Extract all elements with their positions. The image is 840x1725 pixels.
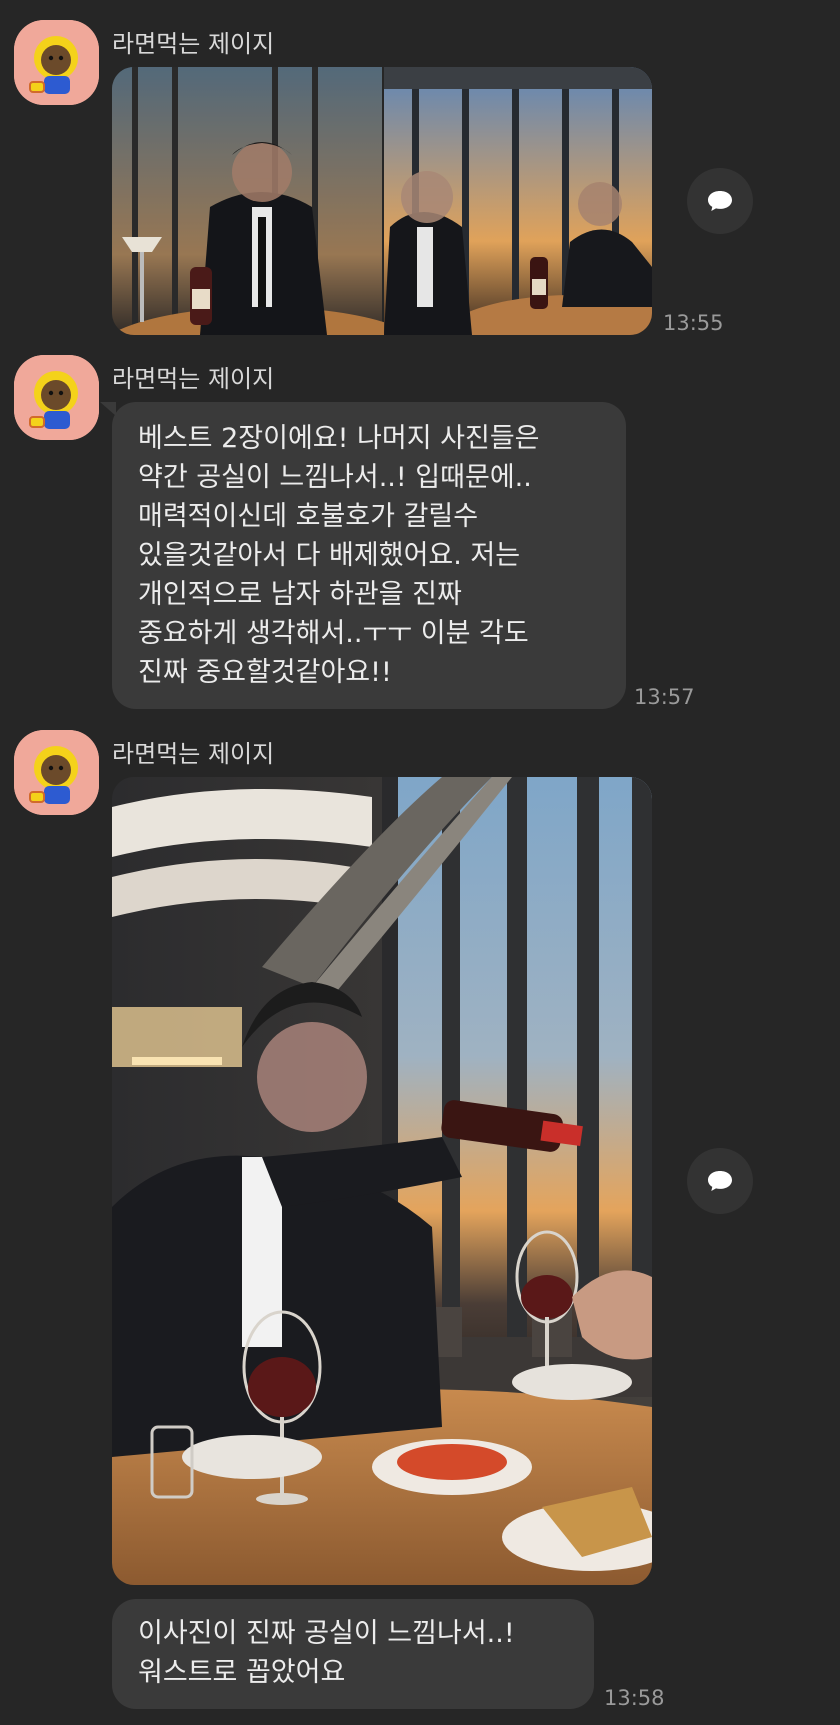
message-time: 13:57 (634, 685, 695, 709)
photo-group[interactable] (112, 67, 652, 335)
message-line: 이사진이 진짜 공실이 느낌나서..! (138, 1618, 515, 1649)
message-line: 중요하게 생각해서..ㅜㅜ 이분 각도 (138, 618, 529, 649)
sender-name: 라면먹는 제이지 (112, 365, 275, 393)
sender-avatar[interactable] (14, 730, 99, 815)
restaurant-photo-large[interactable] (112, 777, 652, 1585)
message-line: 약간 공실이 느낌나서..! 입때문에.. (138, 462, 532, 493)
speech-bubble-share-icon (708, 191, 732, 211)
message-line: 있을것같아서 다 배제했어요. 저는 (138, 540, 521, 571)
sender-name: 라면먹는 제이지 (112, 740, 275, 768)
sender-avatar[interactable] (14, 20, 99, 105)
message-line: 워스트로 꼽았어요 (138, 1657, 346, 1688)
message-bubble[interactable]: 베스트 2장이에요! 나머지 사진들은 약간 공실이 느낌나서..! 입때문에.… (112, 402, 626, 709)
share-button[interactable] (687, 168, 753, 234)
speech-bubble-share-icon (708, 1171, 732, 1191)
message-line: 진짜 중요할것같아요!! (138, 657, 392, 688)
message-time: 13:55 (663, 311, 724, 335)
message-line: 개인적으로 남자 하관을 진짜 (138, 579, 462, 610)
character-avatar-icon (14, 730, 99, 815)
sender-avatar[interactable] (14, 355, 99, 440)
message-time: 13:58 (604, 1686, 665, 1710)
restaurant-photo-left[interactable] (112, 67, 652, 335)
message-line: 베스트 2장이에요! 나머지 사진들은 (138, 423, 540, 454)
character-avatar-icon (14, 20, 99, 105)
sender-name: 라면먹는 제이지 (112, 30, 275, 58)
photo-message[interactable] (112, 777, 652, 1585)
character-avatar-icon (14, 355, 99, 440)
message-line: 매력적이신데 호불호가 갈릴수 (138, 501, 479, 532)
message-bubble[interactable]: 이사진이 진짜 공실이 느낌나서..! 워스트로 꼽았어요 (112, 1599, 594, 1709)
bubble-tail (100, 402, 116, 416)
share-button[interactable] (687, 1148, 753, 1214)
